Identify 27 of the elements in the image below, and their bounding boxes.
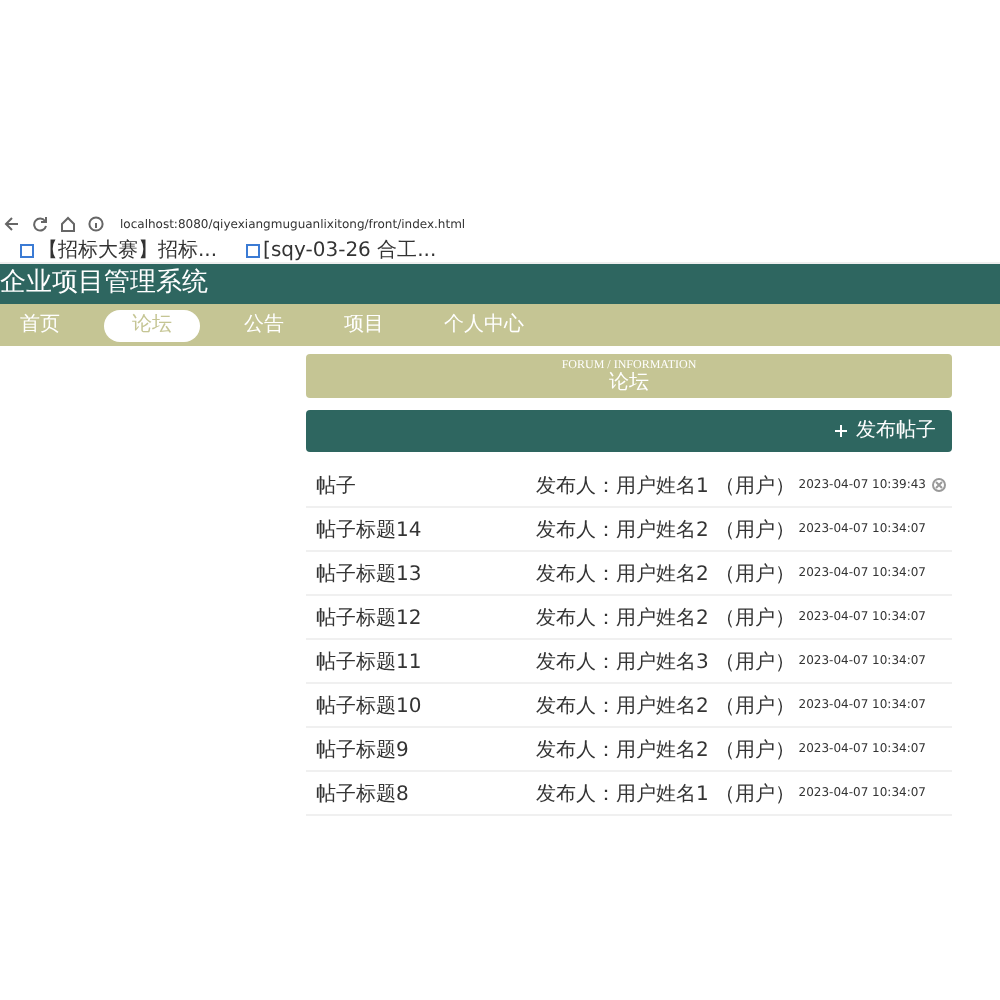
post-author: 发布人：用户姓名3 （用户） bbox=[536, 649, 796, 675]
home-icon[interactable] bbox=[60, 216, 76, 232]
post-author: 发布人：用户姓名1 （用户） bbox=[536, 781, 796, 807]
post-author: 发布人：用户姓名2 （用户） bbox=[536, 693, 796, 719]
post-title: 帖子标题12 bbox=[316, 605, 424, 631]
post-author: 发布人：用户姓名2 （用户） bbox=[536, 561, 796, 587]
post-author: 发布人：用户姓名2 （用户） bbox=[536, 605, 796, 631]
post-title: 帖子 bbox=[316, 473, 358, 499]
post-author: 发布人：用户姓名1 （用户） bbox=[536, 473, 796, 499]
site-title: 企业项目管理系统 bbox=[0, 266, 208, 302]
post-author: 发布人：用户姓名2 （用户） bbox=[536, 737, 796, 763]
plus-icon[interactable] bbox=[834, 424, 848, 438]
banner-subtitle: 论坛 bbox=[609, 373, 649, 393]
bookmark[interactable]: [sqy-03-26 合工... bbox=[263, 241, 437, 261]
post-author: 发布人：用户姓名2 （用户） bbox=[536, 517, 796, 543]
reload-icon[interactable] bbox=[32, 216, 48, 232]
post-title: 帖子标题13 bbox=[316, 561, 424, 587]
post-title: 帖子标题10 bbox=[316, 693, 424, 719]
post-title: 帖子标题14 bbox=[316, 517, 424, 543]
post-title: 帖子标题8 bbox=[316, 781, 411, 807]
post-title: 帖子标题9 bbox=[316, 737, 411, 763]
add-post-button[interactable]: 发布帖子 bbox=[826, 416, 944, 446]
post-title: 帖子标题11 bbox=[316, 649, 424, 675]
info-icon[interactable] bbox=[88, 216, 104, 232]
circle-x-icon[interactable] bbox=[932, 478, 946, 492]
bookmark[interactable]: 【招标大赛】招标... bbox=[38, 241, 218, 261]
back-icon[interactable] bbox=[4, 216, 20, 232]
